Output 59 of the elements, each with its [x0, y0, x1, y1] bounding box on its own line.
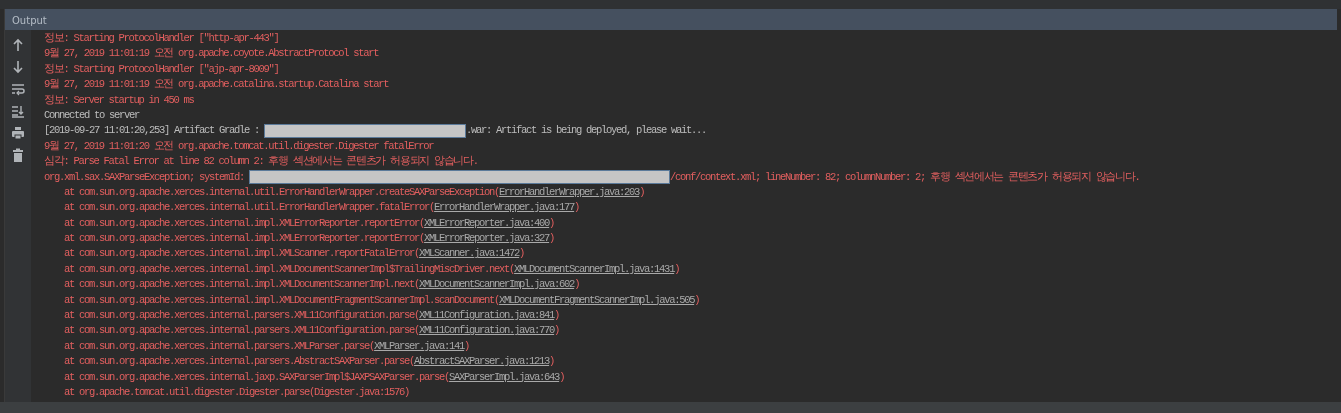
log-text: ) [549, 354, 555, 370]
soft-wrap-icon[interactable] [11, 82, 25, 96]
log-text: ) [574, 277, 580, 293]
log-text: ) [574, 200, 580, 216]
log-text: [2019-09-27 11:01:20,253] Artifact Gradle : [44, 123, 261, 139]
log-text: 9월 27, 2019 11:01:19 오전 org.apache.coyote.AbstractProtocol start [44, 46, 379, 62]
log-text: .war: Artifact is being deployed, please wait... [466, 123, 707, 139]
log-text: ) [559, 369, 565, 385]
source-link[interactable]: XMLDocumentScannerImpl.java:602 [419, 277, 575, 293]
source-link[interactable]: ErrorHandlerWrapper.java:177 [434, 200, 575, 216]
source-link[interactable]: XMLDocumentFragmentScannerImpl.java:505 [499, 292, 695, 309]
log-text: 정보: Starting ProtocolHandler ["ajp-apr-8009"] [44, 61, 279, 77]
log-text: ) [674, 261, 680, 277]
log-text: at com.sun.org.apache.xerces.internal.parsers.AbstractSAXParser.parse( [64, 354, 415, 370]
source-link[interactable]: XMLScanner.java:1472 [419, 246, 520, 262]
log-text: org.xml.sax.SAXParseException; systemId: [44, 169, 246, 185]
trash-icon[interactable] [11, 148, 25, 162]
log-text: at com.sun.org.apache.xerces.internal.impl.XMLDocumentScannerImpl.next( [64, 277, 420, 293]
log-text: ) [549, 215, 555, 231]
log-text: at com.sun.org.apache.xerces.internal.impl.XMLScanner.reportFatalError( [64, 246, 420, 262]
source-link[interactable]: XMLErrorReporter.java:400 [424, 215, 550, 232]
log-text: at com.sun.org.apache.xerces.internal.impl.XMLErrorReporter.reportError( [64, 231, 425, 247]
source-link[interactable]: XML11Configuration.java:770 [419, 323, 555, 339]
log-text: ) [549, 231, 555, 247]
log-text: ) [639, 184, 645, 200]
down-arrow-icon[interactable] [11, 60, 25, 74]
log-text: at org.apache.tomcat.util.digester.Digester.parse(Digester.java:1576) [64, 385, 410, 400]
source-link[interactable]: XML11Configuration.java:841 [419, 308, 555, 324]
log-text: at com.sun.org.apache.xerces.internal.impl.XMLErrorReporter.reportError( [64, 215, 425, 231]
log-text: at com.sun.org.apache.xerces.internal.util.ErrorHandlerWrapper.createSAXParseException( [64, 184, 500, 200]
log-text: 심각: Parse Fatal Error at line 82 column 2: 후행 섹션에서는 콘텐츠가 허용되지 않습니다. [44, 154, 478, 170]
log-text: 9월 27, 2019 11:01:20 오전 org.apache.tomcat.util.digester.Digester fatalError [44, 138, 434, 154]
log-text: 정보: Starting ProtocolHandler ["http-apr-443"] [44, 31, 279, 46]
log-text: at com.sun.org.apache.xerces.internal.jaxp.SAXParserImpl$JAXPSAXParser.parse( [64, 369, 450, 385]
log-text: at com.sun.org.apache.xerces.internal.parsers.XML11Configuration.parse( [64, 308, 420, 324]
printer-icon[interactable] [11, 126, 25, 140]
log-text: ) [554, 308, 560, 324]
log-text: ) [519, 246, 525, 262]
panel-title: Output [5, 9, 1337, 30]
log-text: Connected to server [44, 107, 140, 123]
log-text: 정보: Server startup in 450 ms [44, 92, 194, 108]
log-text: at com.sun.org.apache.xerces.internal.impl.XMLDocumentFragmentScannerImpl.scanDocument( [64, 292, 500, 308]
source-link[interactable]: XMLDocumentScannerImpl.java:1431 [514, 261, 675, 278]
source-link[interactable]: AbstractSAXParser.java:1213 [414, 354, 550, 370]
log-text: ) [694, 292, 700, 308]
scroll-to-end-icon[interactable] [11, 104, 25, 118]
source-link[interactable]: ErrorHandlerWrapper.java:203 [499, 184, 640, 201]
log-text: at com.sun.org.apache.xerces.internal.impl.XMLDocumentScannerImpl$TrailingMiscDriver.next( [64, 261, 515, 277]
source-link[interactable]: XMLErrorReporter.java:327 [424, 231, 550, 247]
log-text: 9월 27, 2019 11:01:19 오전 org.apache.catalina.startup.Catalina start [44, 77, 389, 93]
log-text: /conf/context.xml; lineNumber: 82; columnNumber: 2; 후행 섹션에서는 콘텐츠가 허용되지 않습니다. [670, 169, 1140, 185]
log-text: ) [554, 323, 560, 339]
source-link[interactable]: SAXParserImpl.java:643 [449, 369, 560, 385]
log-text: at com.sun.org.apache.xerces.internal.util.ErrorHandlerWrapper.fatalError( [64, 200, 435, 216]
log-text: at com.sun.org.apache.xerces.internal.parsers.XMLParser.parse( [64, 338, 375, 354]
log-text: at com.sun.org.apache.xerces.internal.parsers.XML11Configuration.parse( [64, 323, 420, 339]
log-text: ) [464, 338, 470, 354]
up-arrow-icon[interactable] [11, 38, 25, 52]
source-link[interactable]: XMLParser.java:141 [374, 338, 465, 355]
